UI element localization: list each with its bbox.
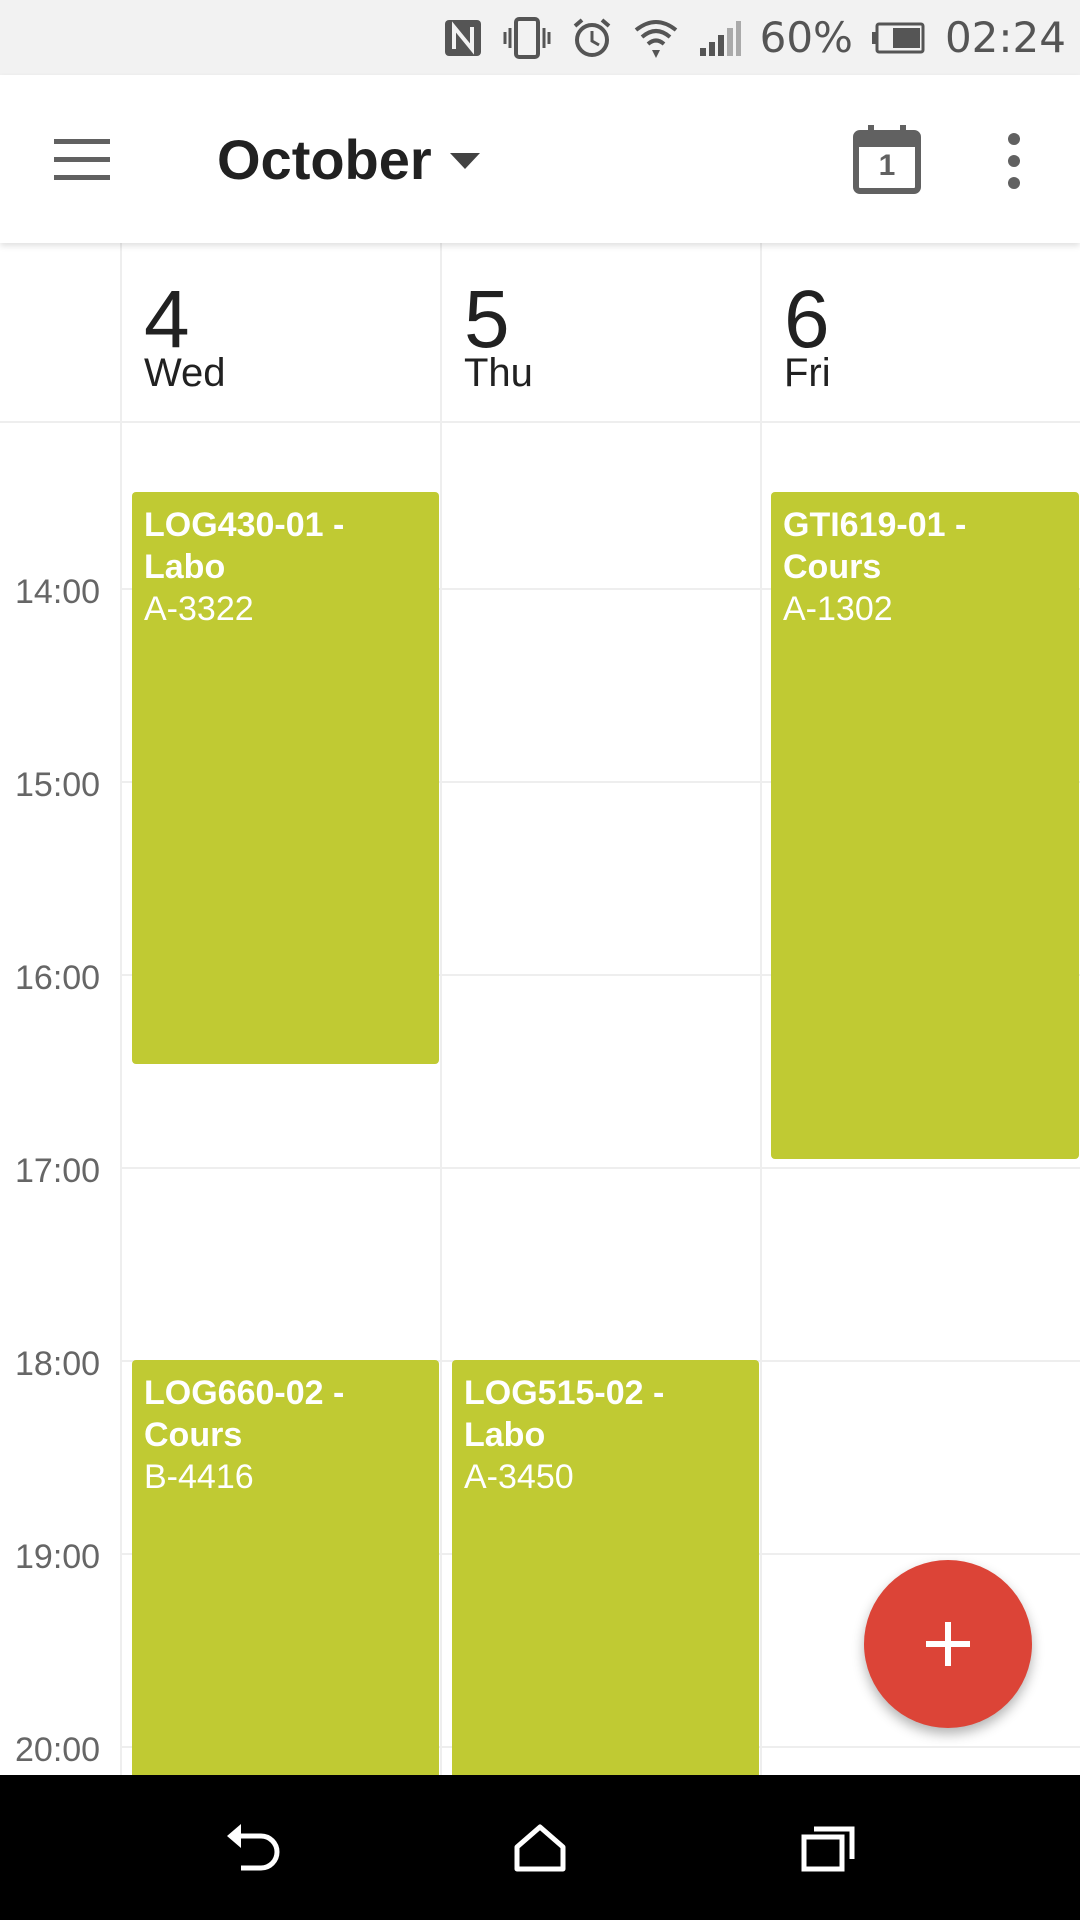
navigation-bar (0, 1775, 1080, 1920)
menu-icon[interactable] (50, 133, 114, 185)
back-icon[interactable] (218, 1815, 288, 1881)
add-event-button[interactable] (864, 1560, 1032, 1728)
day-name: Fri (784, 351, 831, 395)
day-header-wed[interactable]: 4 Wed (120, 243, 438, 421)
hour-line (120, 1167, 1080, 1169)
time-label: 15:00 (15, 766, 101, 804)
clock: 02:24 (944, 13, 1066, 62)
nfc-icon (442, 17, 484, 59)
today-calendar-icon[interactable]: 1 (852, 123, 922, 195)
event-gti619[interactable]: GTI619-01 - Cours A-1302 (771, 492, 1079, 1159)
dropdown-caret-icon[interactable] (450, 153, 480, 176)
today-number: 1 (878, 149, 896, 182)
plus-icon (926, 1622, 970, 1666)
event-log515[interactable]: LOG515-02 - Labo A-3450 (452, 1360, 759, 1775)
time-label: 18:00 (15, 1345, 101, 1383)
time-label: 17:00 (15, 1152, 101, 1190)
event-room: A-3322 (144, 590, 254, 628)
battery-icon (871, 21, 927, 55)
vibrate-icon (502, 16, 552, 60)
event-room: B-4416 (144, 1458, 254, 1496)
recents-icon[interactable] (793, 1815, 863, 1881)
day-header-thu[interactable]: 5 Thu (440, 243, 758, 421)
day-header: 4 Wed 5 Thu 6 Fri (0, 243, 1080, 423)
time-label: 16:00 (15, 959, 101, 997)
app-bar: October 1 (0, 75, 1080, 243)
time-label: 20:00 (15, 1731, 101, 1769)
day-name: Wed (144, 351, 226, 395)
event-log430[interactable]: LOG430-01 - Labo A-3322 (132, 492, 439, 1064)
month-title[interactable]: October (217, 127, 432, 192)
event-room: A-1302 (783, 590, 893, 628)
event-title: LOG660-02 - Cours (144, 1374, 345, 1454)
wifi-icon (632, 16, 680, 60)
event-title: LOG430-01 - Labo (144, 506, 345, 586)
column-divider (440, 423, 442, 1775)
home-icon[interactable] (505, 1815, 575, 1881)
day-name: Thu (464, 351, 533, 395)
status-bar: 60% 02:24 (0, 0, 1080, 75)
time-label: 19:00 (15, 1538, 101, 1576)
event-title: GTI619-01 - Cours (783, 506, 967, 586)
signal-icon (698, 18, 742, 58)
battery-percent: 60% (759, 13, 853, 62)
column-divider (120, 423, 122, 1775)
event-title: LOG515-02 - Labo (464, 1374, 665, 1454)
event-room: A-3450 (464, 1458, 574, 1496)
day-header-fri[interactable]: 6 Fri (760, 243, 1080, 421)
time-label: 14:00 (15, 573, 101, 611)
alarm-icon (570, 16, 614, 60)
event-log660[interactable]: LOG660-02 - Cours B-4416 (132, 1360, 439, 1775)
column-divider (760, 423, 762, 1775)
more-vert-icon[interactable] (1000, 131, 1028, 191)
